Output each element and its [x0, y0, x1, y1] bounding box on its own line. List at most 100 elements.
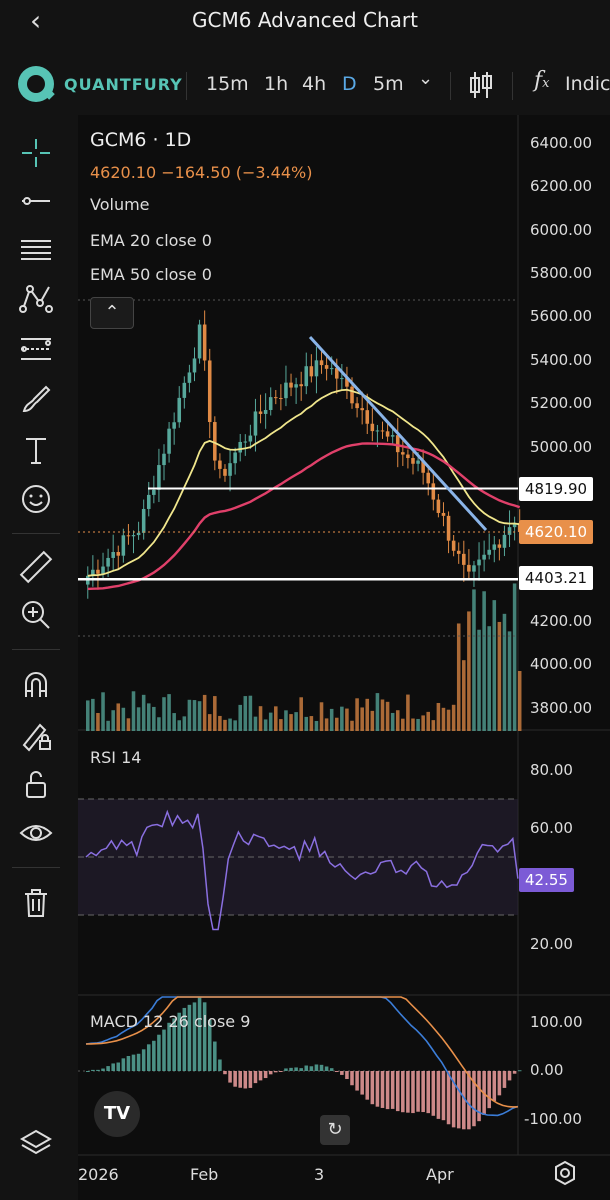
macd-histogram-bar	[355, 1071, 359, 1091]
macd-histogram-bar	[411, 1071, 415, 1114]
ruler-icon[interactable]	[18, 549, 54, 585]
candle-body	[258, 411, 263, 414]
candle-body	[157, 465, 161, 490]
chart-area[interactable]: GCM6 · 1D 4620.10 −164.50 (−3.44%) Volum…	[78, 115, 610, 1200]
time-axis-label: 3	[314, 1165, 325, 1184]
symbol-title: GCM6 · 1D	[90, 129, 192, 151]
zoom-in-icon[interactable]	[18, 597, 54, 633]
reset-chart-button[interactable]: ↻	[320, 1115, 350, 1145]
last-price-tag: 4620.10	[519, 520, 594, 544]
volume-bar	[101, 692, 105, 731]
candle-body	[177, 397, 182, 423]
candle-body	[360, 408, 364, 411]
macd-histogram-bar	[152, 1040, 156, 1071]
candle-body	[263, 409, 268, 414]
volume-bar	[258, 706, 263, 731]
macd-histogram-bar	[416, 1071, 420, 1112]
candle-body	[456, 550, 461, 554]
eye-icon[interactable]	[18, 815, 54, 851]
volume-bar	[309, 716, 314, 731]
lines-tool-icon[interactable]	[18, 233, 54, 269]
macd-histogram-bar	[111, 1063, 115, 1071]
collapse-legend-button[interactable]: ⌃	[90, 297, 134, 329]
candle-body	[370, 423, 375, 432]
settings-icon[interactable]	[552, 1160, 578, 1186]
candle-body	[248, 435, 253, 442]
text-tool-icon[interactable]	[18, 433, 54, 469]
pattern-tool-icon[interactable]	[18, 281, 54, 317]
macd-histogram-bar	[512, 1071, 517, 1074]
volume-bar	[319, 702, 324, 731]
candle-body	[477, 559, 481, 566]
candle-body	[187, 372, 192, 383]
time-axis-label: Feb	[190, 1165, 219, 1184]
rsi-axis-label: 20.00	[530, 935, 573, 953]
volume-bar	[167, 694, 171, 731]
timeframe-d[interactable]: D	[342, 73, 357, 95]
rsi-axis-label: 80.00	[530, 761, 573, 779]
macd-histogram-bar	[136, 1053, 141, 1071]
timeframe-5m[interactable]: 5m	[373, 73, 404, 95]
volume-bar	[395, 710, 400, 731]
candle-body	[340, 378, 344, 380]
macd-histogram-bar	[319, 1064, 324, 1071]
volume-bar	[416, 718, 420, 731]
brush-icon[interactable]	[18, 381, 54, 417]
candle-body	[197, 324, 202, 359]
macd-axis-label: 0.00	[530, 1061, 564, 1079]
volume-bar	[502, 613, 507, 731]
volume-bar	[345, 708, 349, 731]
indicators-fx-icon[interactable]: fx	[534, 68, 550, 93]
sidebar-divider	[12, 649, 60, 650]
macd-histogram-bar	[395, 1071, 400, 1112]
indicators-button[interactable]: Indic	[565, 73, 610, 95]
volume-bar	[141, 694, 146, 731]
timeframe-4h[interactable]: 4h	[302, 73, 326, 95]
trend-line-icon[interactable]	[18, 183, 54, 219]
volume-bar	[462, 660, 466, 731]
volume-bar	[314, 720, 319, 731]
trash-icon[interactable]	[18, 885, 54, 921]
candle-body	[462, 553, 466, 565]
volume-bar	[370, 710, 375, 731]
timeframe-15m[interactable]: 15m	[206, 73, 249, 95]
time-axis-label: 2026	[78, 1165, 119, 1184]
macd-histogram-bar	[426, 1071, 431, 1114]
candle-body	[314, 360, 319, 377]
price-axis-label: 5800.00	[530, 264, 593, 282]
sidebar-divider	[12, 533, 60, 534]
volume-label: Volume	[90, 195, 150, 214]
layers-icon[interactable]	[18, 1125, 54, 1161]
volume-bar	[263, 719, 268, 731]
page-title: GCM6 Advanced Chart	[192, 8, 418, 32]
volume-bar	[360, 707, 364, 731]
volume-bar	[152, 706, 156, 731]
emoji-icon[interactable]	[18, 481, 54, 517]
macd-histogram-bar	[299, 1068, 303, 1071]
volume-bar	[365, 698, 370, 731]
unlock-icon[interactable]	[18, 767, 54, 803]
chevron-down-icon[interactable]: ⌄	[418, 68, 433, 89]
ema50-label: EMA 50 close 0	[90, 265, 212, 284]
timeframe-1h[interactable]: 1h	[264, 73, 288, 95]
tradingview-logo[interactable]: TV	[94, 1091, 140, 1137]
macd-histogram-bar	[441, 1071, 446, 1121]
volume-bar	[197, 701, 202, 731]
volume-bar	[441, 707, 446, 731]
candle-body	[192, 358, 197, 373]
lock-drawing-icon[interactable]	[18, 717, 54, 753]
price-axis-label: 5000.00	[530, 438, 593, 456]
forecast-tool-icon[interactable]	[18, 331, 54, 367]
macd-histogram-bar	[228, 1071, 232, 1083]
volume-bar	[111, 710, 115, 731]
candle-body	[507, 527, 512, 535]
candle-body	[136, 532, 141, 536]
chart-type-candle-icon[interactable]	[468, 70, 494, 100]
candle-body	[96, 569, 100, 574]
candle-body	[390, 435, 395, 437]
magnet-icon[interactable]	[18, 667, 54, 703]
volume-bar	[248, 695, 253, 731]
macd-histogram-bar	[279, 1071, 283, 1072]
crosshair-icon[interactable]	[18, 135, 54, 171]
candle-body	[289, 382, 293, 388]
